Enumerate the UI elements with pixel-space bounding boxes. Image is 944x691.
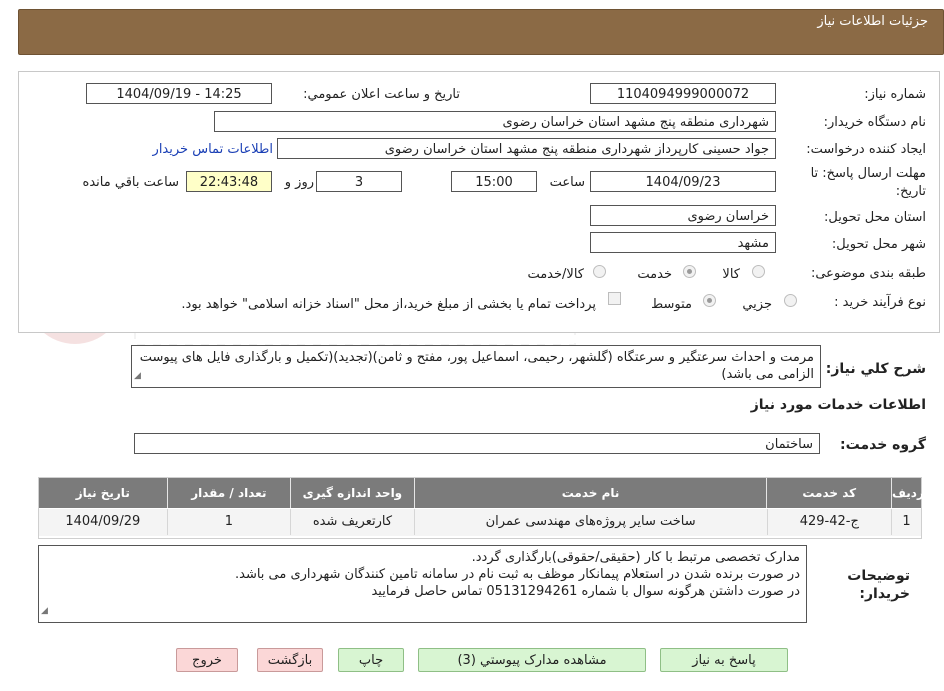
cell-unit: کارتعریف شده — [290, 509, 414, 535]
delivery-province-field: خراسان رضوی — [590, 205, 776, 226]
process-radio-medium[interactable] — [703, 294, 716, 307]
category-radio-service[interactable] — [683, 265, 696, 278]
resize-grip-icon[interactable]: ◢ — [134, 368, 141, 385]
cell-quantity: 1 — [166, 509, 291, 535]
cell-service-name: ساخت سایر پروژه‌های مهندسی عمران — [413, 509, 767, 535]
category-radio-goods-service[interactable] — [593, 265, 606, 278]
cell-need-date: 1404/09/29 — [65, 514, 141, 529]
page-header — [18, 9, 944, 55]
category-radio-goods[interactable] — [752, 265, 765, 278]
col-header-service-name: نام خدمت — [413, 478, 767, 508]
deadline-time-field: 15:00 — [451, 171, 537, 192]
col-header-row-number: رديف — [891, 478, 924, 508]
buyer-notes-textarea[interactable]: مدارک تخصصی مرتبط با کار (حقیقی/حقوقی)با… — [38, 545, 807, 623]
service-group-label: گروه خدمت: — [840, 437, 926, 453]
category-label: طبقه بندی موضوعی: — [810, 266, 926, 281]
treasury-checkbox[interactable] — [608, 292, 621, 305]
announce-datetime-label: تاریخ و ساعت اعلان عمومي: — [303, 87, 460, 102]
treasury-note: پرداخت تمام یا بخشی از مبلغ خرید،از محل … — [181, 297, 596, 312]
process-option-minor: جزيي — [742, 297, 772, 312]
process-option-medium: متوسط — [651, 297, 692, 312]
page-title: جزئیات اطلاعات نیاز — [817, 14, 928, 29]
buyer-contact-link[interactable]: اطلاعات تماس خريدار — [153, 142, 273, 157]
reply-button[interactable]: پاسخ به نياز — [660, 648, 788, 672]
view-attachments-button[interactable]: مشاهده مدارک پيوستي (3) — [418, 648, 646, 672]
announce-datetime-field: 1404/09/19 - 14:25 — [86, 83, 272, 104]
buyer-org-field: شهرداری منطقه پنج مشهد استان خراسان رضوی — [214, 111, 776, 132]
delivery-city-field: مشهد — [590, 232, 776, 253]
col-header-service-code: کد خدمت — [766, 478, 891, 508]
remaining-time-label: ساعت باقي مانده — [82, 175, 179, 190]
services-section-title: اطلاعات خدمات مورد نياز — [750, 397, 926, 413]
requester-field: جواد حسینی کارپرداز شهرداری منطقه پنج مش… — [277, 138, 776, 159]
requester-label: ايجاد کننده درخواست: — [806, 142, 926, 157]
deadline-days-field: 3 — [316, 171, 402, 192]
deadline-date-field: 1404/09/23 — [590, 171, 776, 192]
need-number-label: شماره نیاز: — [864, 87, 926, 102]
table-row[interactable]: 1 ج-42-429 ساخت سایر پروژه‌های مهندسی عم… — [39, 509, 921, 536]
delivery-city-label: شهر محل تحويل: — [831, 237, 926, 252]
deadline-label-date: تاريخ: — [895, 184, 926, 199]
deadline-days-label: روز و — [284, 175, 314, 190]
col-header-quantity: تعداد / مقدار — [166, 478, 291, 508]
table-header-row: رديف کد خدمت نام خدمت واحد اندازه گيری ت… — [39, 478, 924, 508]
back-button[interactable]: بازگشت — [257, 648, 323, 672]
print-button[interactable]: چاپ — [338, 648, 404, 672]
deadline-label: مهلت ارسال پاسخ: تا — [810, 166, 926, 181]
col-header-need-date: تاريخ نياز — [39, 478, 167, 508]
buyer-org-label: نام دستگاه خريدار: — [823, 115, 926, 130]
need-number-field: 1104094999000072 — [590, 83, 776, 104]
summary-text: مرمت و احداث سرعتگیر و سرعتگاه (گلشهر، ر… — [139, 350, 814, 382]
category-option-goods: کالا — [722, 267, 740, 282]
service-group-field: ساختمان — [134, 433, 820, 454]
summary-label: شرح کلي نياز: — [825, 361, 926, 377]
services-table: رديف کد خدمت نام خدمت واحد اندازه گيری ت… — [38, 477, 924, 539]
summary-textarea[interactable]: مرمت و احداث سرعتگیر و سرعتگاه (گلشهر، ر… — [131, 345, 821, 388]
deadline-time-label: ساعت — [549, 175, 585, 190]
buyer-note-line: در صورت برنده شدن در استعلام پیمانکار مو… — [234, 567, 800, 582]
buyer-note-line: مدارک تخصصی مرتبط با کار (حقیقی/حقوقی)با… — [471, 550, 800, 565]
category-option-goods-service: کالا/خدمت — [527, 267, 584, 282]
exit-button[interactable]: خروج — [176, 648, 238, 672]
purchase-process-label: نوع فرآيند خريد : — [834, 295, 926, 310]
delivery-province-label: استان محل تحويل: — [824, 210, 926, 225]
process-radio-minor[interactable] — [784, 294, 797, 307]
col-header-unit: واحد اندازه گيری — [290, 478, 414, 508]
cell-service-code: ج-42-429 — [766, 509, 892, 535]
remaining-time-field: 22:43:48 — [186, 171, 272, 192]
resize-grip-icon[interactable]: ◢ — [41, 603, 48, 620]
buyer-note-line: در صورت داشتن هرگونه سوال با شماره 05131… — [371, 584, 800, 599]
buyer-notes-label: توضيحات — [847, 568, 910, 584]
buyer-notes-label-2: خريدار: — [859, 586, 910, 602]
category-option-service: خدمت — [637, 267, 672, 282]
cell-row-number: 1 — [891, 509, 921, 535]
